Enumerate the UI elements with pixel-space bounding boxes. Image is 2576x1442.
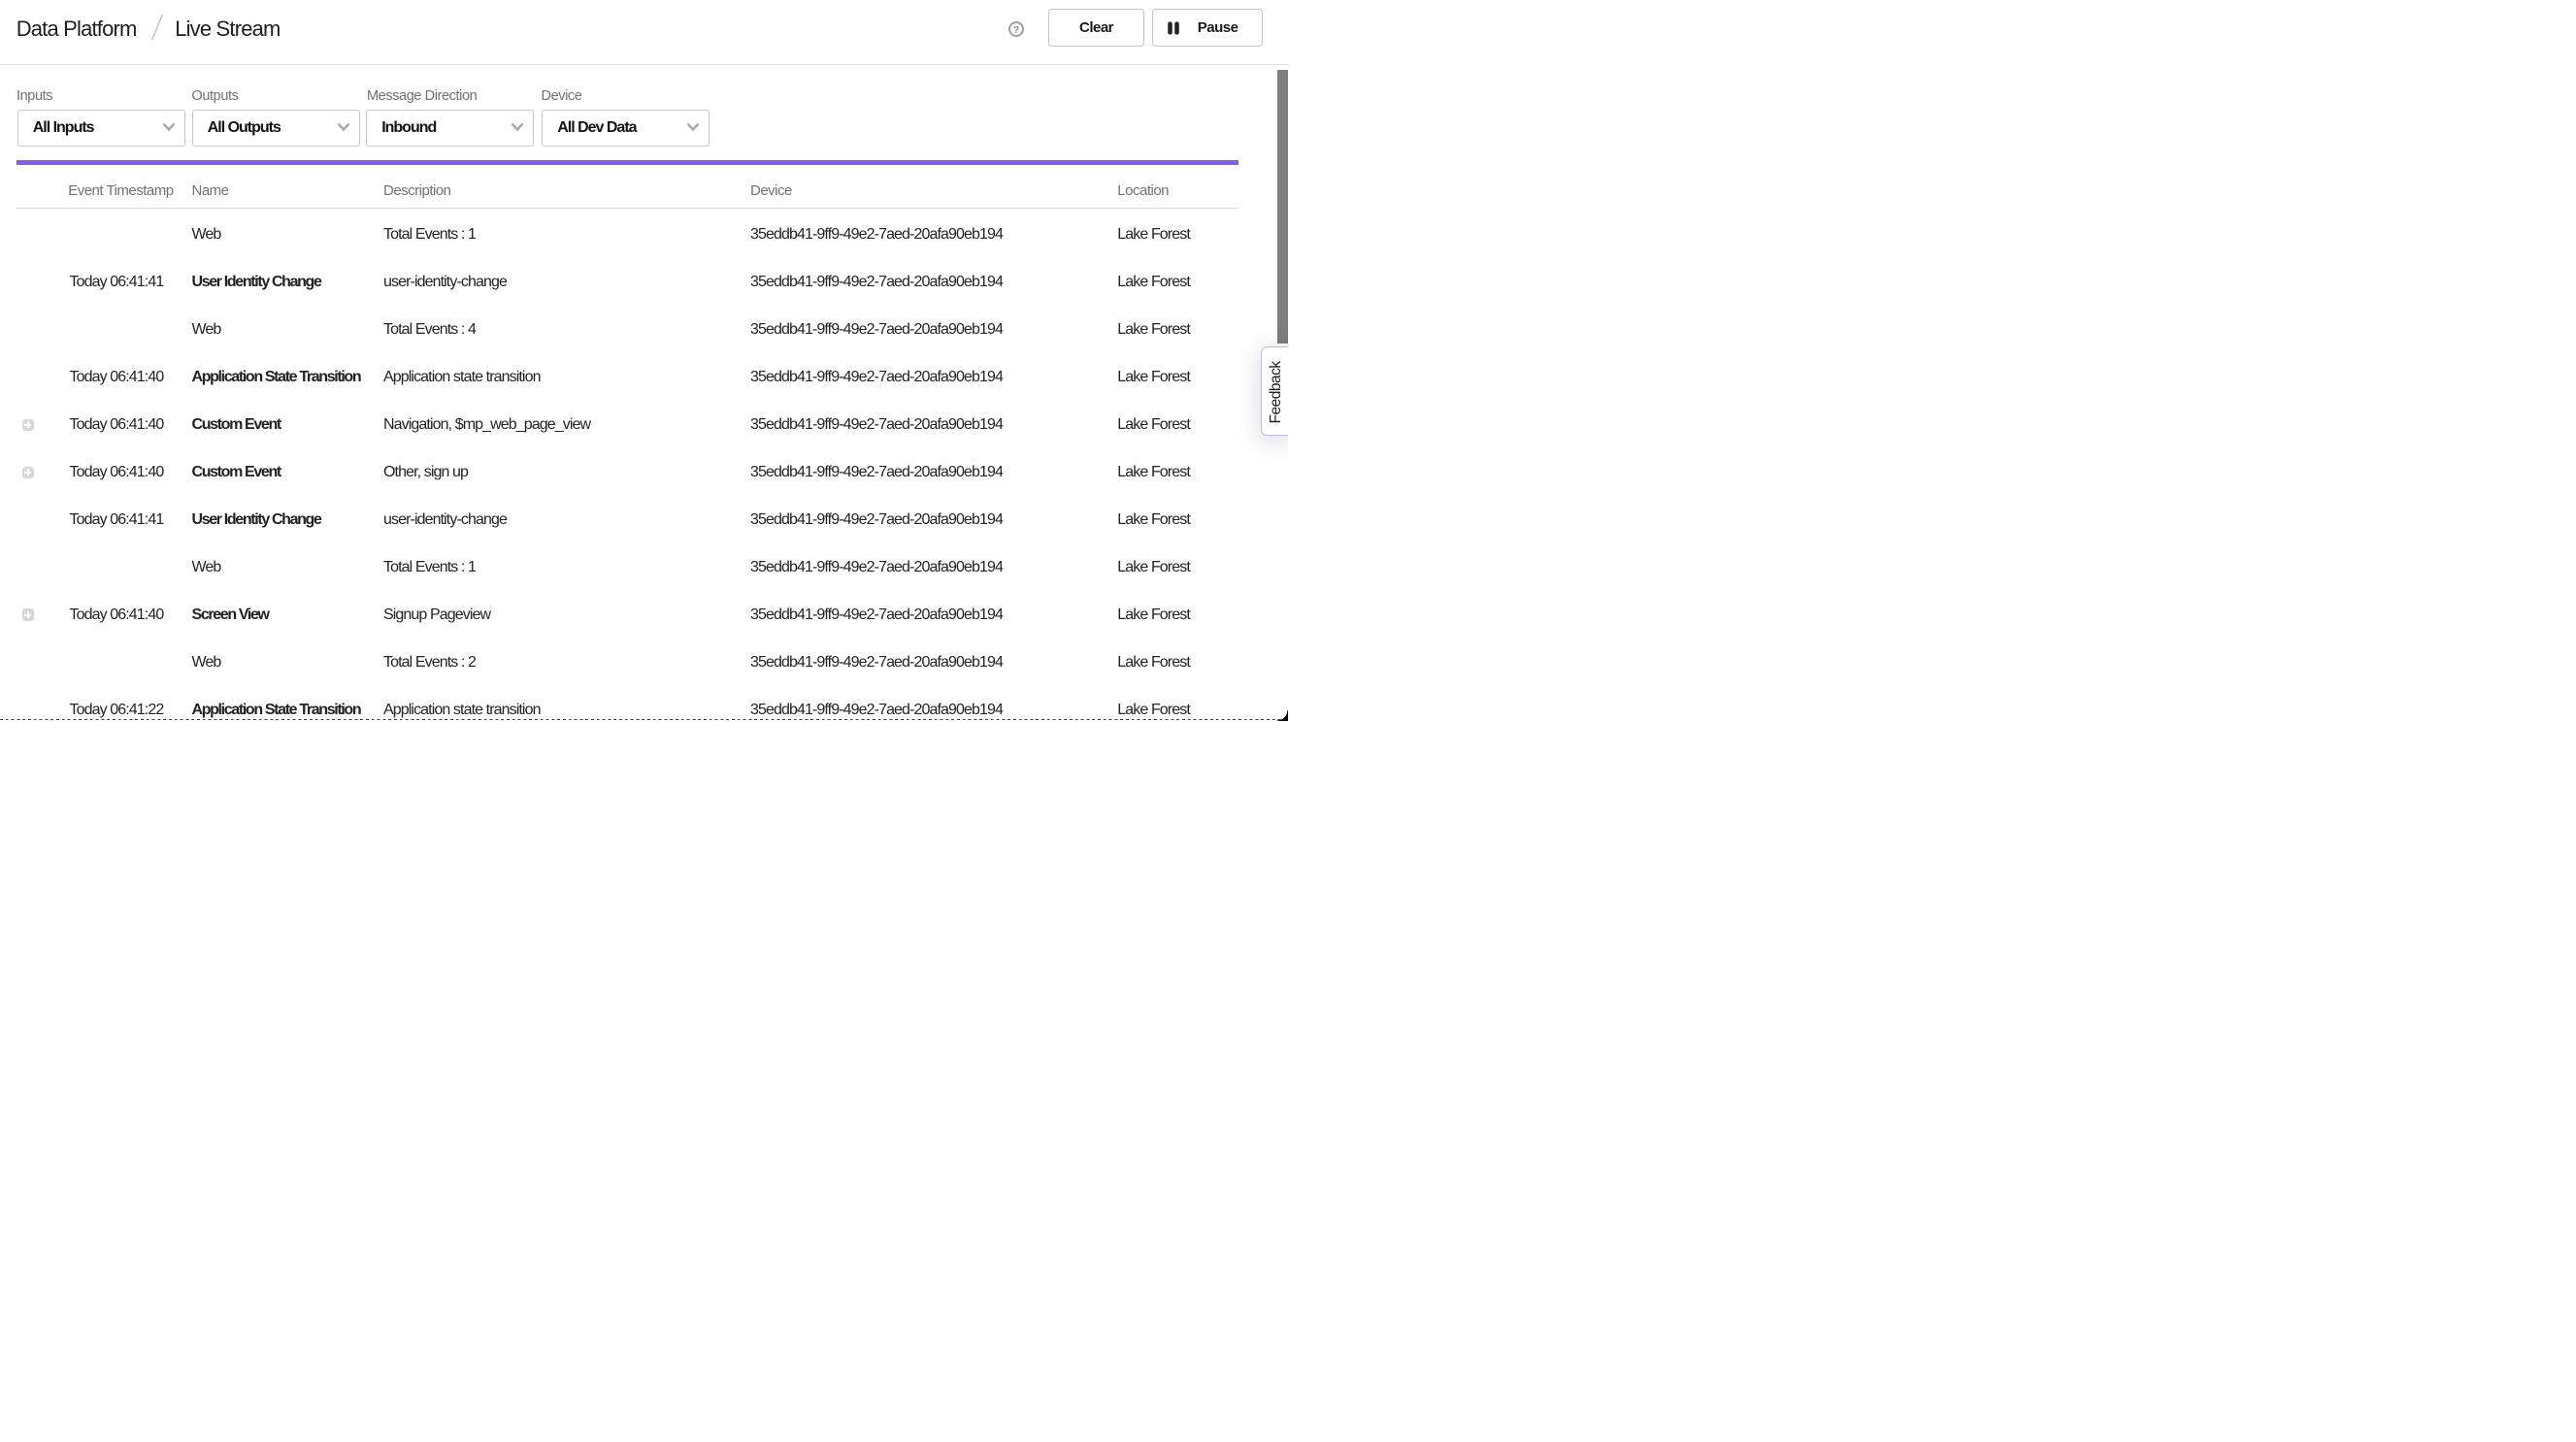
svg-text:?: ? [1012,24,1018,36]
